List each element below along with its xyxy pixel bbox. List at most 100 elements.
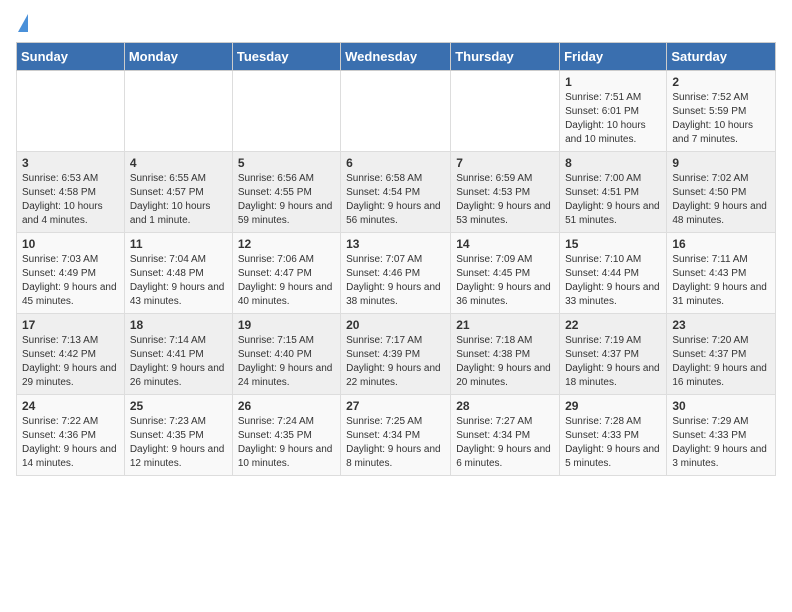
day-info: Sunrise: 6:53 AM Sunset: 4:58 PM Dayligh… xyxy=(22,172,119,228)
day-number: 24 xyxy=(22,399,119,413)
day-cell: 3Sunrise: 6:53 AM Sunset: 4:58 PM Daylig… xyxy=(17,152,125,233)
week-row-1: 1 Sunrise: 7:51 AM Sunset: 6:01 PM Daylig… xyxy=(17,71,776,152)
day-number: 4 xyxy=(130,156,227,170)
day-cell: 16 Sunrise: 7:11 AM Sunset: 4:43 PM Dayli… xyxy=(667,233,776,314)
day-number: 15 xyxy=(565,237,661,251)
day-info: Sunrise: 7:17 AM Sunset: 4:39 PM Dayligh… xyxy=(346,334,445,390)
day-cell: 6 Sunrise: 6:58 AM Sunset: 4:54 PM Daylig… xyxy=(341,152,451,233)
day-info: Sunrise: 7:07 AM Sunset: 4:46 PM Dayligh… xyxy=(346,253,445,309)
day-cell: 1 Sunrise: 7:51 AM Sunset: 6:01 PM Daylig… xyxy=(560,71,667,152)
day-number: 16 xyxy=(672,237,770,251)
day-info: Sunrise: 7:52 AM Sunset: 5:59 PM Dayligh… xyxy=(672,91,770,147)
day-info: Sunrise: 7:28 AM Sunset: 4:33 PM Dayligh… xyxy=(565,415,661,471)
day-info: Sunrise: 7:11 AM Sunset: 4:43 PM Dayligh… xyxy=(672,253,770,309)
day-cell: 10 Sunrise: 7:03 AM Sunset: 4:49 PM Dayli… xyxy=(17,233,125,314)
day-cell: 22 Sunrise: 7:19 AM Sunset: 4:37 PM Dayli… xyxy=(560,314,667,395)
day-number: 9 xyxy=(672,156,770,170)
day-info: Sunrise: 7:09 AM Sunset: 4:45 PM Dayligh… xyxy=(456,253,554,309)
day-info: Sunrise: 7:02 AM Sunset: 4:50 PM Dayligh… xyxy=(672,172,770,228)
day-cell: 5 Sunrise: 6:56 AM Sunset: 4:55 PM Daylig… xyxy=(232,152,340,233)
day-number: 1 xyxy=(565,75,661,89)
week-row-2: 3Sunrise: 6:53 AM Sunset: 4:58 PM Daylig… xyxy=(17,152,776,233)
day-cell: 28 Sunrise: 7:27 AM Sunset: 4:34 PM Dayli… xyxy=(451,395,560,476)
day-number: 7 xyxy=(456,156,554,170)
day-info: Sunrise: 7:18 AM Sunset: 4:38 PM Dayligh… xyxy=(456,334,554,390)
day-info: Sunrise: 7:03 AM Sunset: 4:49 PM Dayligh… xyxy=(22,253,119,309)
week-row-4: 17Sunrise: 7:13 AM Sunset: 4:42 PM Dayli… xyxy=(17,314,776,395)
day-info: Sunrise: 7:04 AM Sunset: 4:48 PM Dayligh… xyxy=(130,253,227,309)
day-number: 6 xyxy=(346,156,445,170)
day-cell: 20 Sunrise: 7:17 AM Sunset: 4:39 PM Dayli… xyxy=(341,314,451,395)
day-cell xyxy=(451,71,560,152)
day-info: Sunrise: 7:10 AM Sunset: 4:44 PM Dayligh… xyxy=(565,253,661,309)
day-info: Sunrise: 7:19 AM Sunset: 4:37 PM Dayligh… xyxy=(565,334,661,390)
day-info: Sunrise: 7:23 AM Sunset: 4:35 PM Dayligh… xyxy=(130,415,227,471)
day-info: Sunrise: 7:51 AM Sunset: 6:01 PM Dayligh… xyxy=(565,91,661,147)
day-cell: 14 Sunrise: 7:09 AM Sunset: 4:45 PM Dayli… xyxy=(451,233,560,314)
day-info: Sunrise: 7:14 AM Sunset: 4:41 PM Dayligh… xyxy=(130,334,227,390)
day-info: Sunrise: 6:55 AM Sunset: 4:57 PM Dayligh… xyxy=(130,172,227,228)
day-number: 20 xyxy=(346,318,445,332)
day-number: 2 xyxy=(672,75,770,89)
day-number: 11 xyxy=(130,237,227,251)
day-number: 13 xyxy=(346,237,445,251)
day-number: 14 xyxy=(456,237,554,251)
day-number: 8 xyxy=(565,156,661,170)
day-cell: 17Sunrise: 7:13 AM Sunset: 4:42 PM Dayli… xyxy=(17,314,125,395)
day-number: 19 xyxy=(238,318,335,332)
weekday-header-saturday: Saturday xyxy=(667,43,776,71)
weekday-header-row: SundayMondayTuesdayWednesdayThursdayFrid… xyxy=(17,43,776,71)
logo-triangle-icon xyxy=(18,14,28,32)
day-info: Sunrise: 7:06 AM Sunset: 4:47 PM Dayligh… xyxy=(238,253,335,309)
day-number: 10 xyxy=(22,237,119,251)
day-number: 5 xyxy=(238,156,335,170)
day-number: 21 xyxy=(456,318,554,332)
day-cell: 27 Sunrise: 7:25 AM Sunset: 4:34 PM Dayli… xyxy=(341,395,451,476)
day-info: Sunrise: 7:22 AM Sunset: 4:36 PM Dayligh… xyxy=(22,415,119,471)
weekday-header-thursday: Thursday xyxy=(451,43,560,71)
day-cell: 11 Sunrise: 7:04 AM Sunset: 4:48 PM Dayli… xyxy=(124,233,232,314)
day-info: Sunrise: 7:25 AM Sunset: 4:34 PM Dayligh… xyxy=(346,415,445,471)
day-info: Sunrise: 7:13 AM Sunset: 4:42 PM Dayligh… xyxy=(22,334,119,390)
day-info: Sunrise: 6:59 AM Sunset: 4:53 PM Dayligh… xyxy=(456,172,554,228)
day-info: Sunrise: 7:24 AM Sunset: 4:35 PM Dayligh… xyxy=(238,415,335,471)
day-cell: 13 Sunrise: 7:07 AM Sunset: 4:46 PM Dayli… xyxy=(341,233,451,314)
logo xyxy=(16,16,28,34)
day-cell: 9 Sunrise: 7:02 AM Sunset: 4:50 PM Daylig… xyxy=(667,152,776,233)
day-number: 23 xyxy=(672,318,770,332)
day-number: 27 xyxy=(346,399,445,413)
day-number: 12 xyxy=(238,237,335,251)
day-number: 28 xyxy=(456,399,554,413)
day-cell: 21 Sunrise: 7:18 AM Sunset: 4:38 PM Dayli… xyxy=(451,314,560,395)
day-info: Sunrise: 6:56 AM Sunset: 4:55 PM Dayligh… xyxy=(238,172,335,228)
header xyxy=(16,16,776,34)
day-info: Sunrise: 7:20 AM Sunset: 4:37 PM Dayligh… xyxy=(672,334,770,390)
weekday-header-sunday: Sunday xyxy=(17,43,125,71)
day-cell xyxy=(341,71,451,152)
day-cell: 2 Sunrise: 7:52 AM Sunset: 5:59 PM Daylig… xyxy=(667,71,776,152)
day-info: Sunrise: 6:58 AM Sunset: 4:54 PM Dayligh… xyxy=(346,172,445,228)
weekday-header-tuesday: Tuesday xyxy=(232,43,340,71)
day-cell: 30Sunrise: 7:29 AM Sunset: 4:33 PM Dayli… xyxy=(667,395,776,476)
day-cell xyxy=(232,71,340,152)
day-cell: 12 Sunrise: 7:06 AM Sunset: 4:47 PM Dayli… xyxy=(232,233,340,314)
day-cell: 15 Sunrise: 7:10 AM Sunset: 4:44 PM Dayli… xyxy=(560,233,667,314)
calendar: SundayMondayTuesdayWednesdayThursdayFrid… xyxy=(16,42,776,476)
day-number: 25 xyxy=(130,399,227,413)
day-info: Sunrise: 7:29 AM Sunset: 4:33 PM Dayligh… xyxy=(672,415,770,471)
day-cell: 18Sunrise: 7:14 AM Sunset: 4:41 PM Dayli… xyxy=(124,314,232,395)
day-cell: 7 Sunrise: 6:59 AM Sunset: 4:53 PM Daylig… xyxy=(451,152,560,233)
day-info: Sunrise: 7:27 AM Sunset: 4:34 PM Dayligh… xyxy=(456,415,554,471)
day-number: 26 xyxy=(238,399,335,413)
day-number: 22 xyxy=(565,318,661,332)
day-cell: 23 Sunrise: 7:20 AM Sunset: 4:37 PM Dayli… xyxy=(667,314,776,395)
day-cell: 19Sunrise: 7:15 AM Sunset: 4:40 PM Dayli… xyxy=(232,314,340,395)
week-row-3: 10 Sunrise: 7:03 AM Sunset: 4:49 PM Dayli… xyxy=(17,233,776,314)
day-cell: 8Sunrise: 7:00 AM Sunset: 4:51 PM Daylig… xyxy=(560,152,667,233)
week-row-5: 24 Sunrise: 7:22 AM Sunset: 4:36 PM Dayli… xyxy=(17,395,776,476)
day-cell: 24 Sunrise: 7:22 AM Sunset: 4:36 PM Dayli… xyxy=(17,395,125,476)
day-cell: 26 Sunrise: 7:24 AM Sunset: 4:35 PM Dayli… xyxy=(232,395,340,476)
day-cell: 25 Sunrise: 7:23 AM Sunset: 4:35 PM Dayli… xyxy=(124,395,232,476)
weekday-header-wednesday: Wednesday xyxy=(341,43,451,71)
weekday-header-friday: Friday xyxy=(560,43,667,71)
